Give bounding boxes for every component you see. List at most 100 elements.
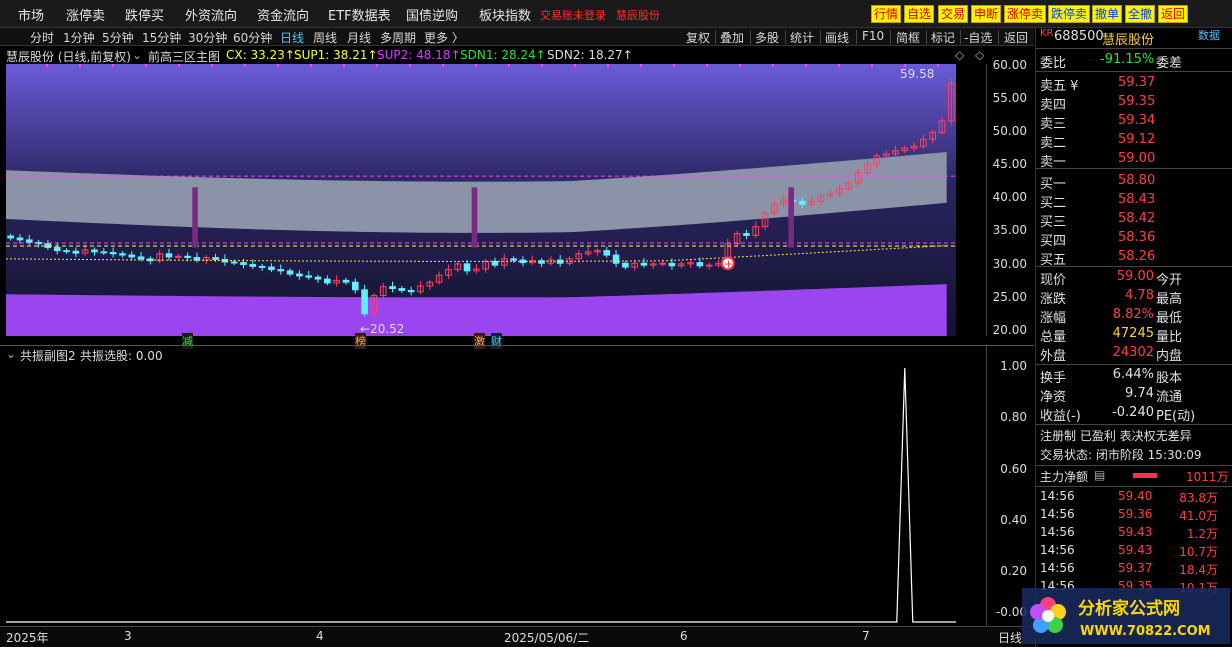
ask-price[interactable]: 59.34 <box>1118 113 1155 128</box>
period-more[interactable]: 更多 〉 <box>424 29 464 46</box>
candlestick-chart[interactable]: + <box>6 64 956 336</box>
menu-etf-data[interactable]: ETF数据表 <box>328 5 391 24</box>
indicator-dropdown-icon[interactable]: ⌄ <box>132 48 142 62</box>
tool-stats[interactable]: 统计 <box>790 29 814 46</box>
menu-capital-flow[interactable]: 资金流向 <box>257 5 309 24</box>
buy-signal-plus: + <box>724 257 733 270</box>
signal-bar <box>192 187 198 248</box>
stock-code: 688500 <box>1054 29 1104 44</box>
bid-price[interactable]: 58.36 <box>1118 230 1155 245</box>
top-marker <box>772 64 774 67</box>
value-sdn1: SDN1: 28.24↑ <box>460 48 546 62</box>
candle-body <box>230 261 238 264</box>
period-15min[interactable]: 15分钟 <box>142 29 181 46</box>
list-icon[interactable]: ▤ <box>1094 468 1105 482</box>
ask-price[interactable]: 59.37 <box>1118 75 1155 90</box>
btn-limit-up-sell[interactable]: 涨停卖 <box>1004 5 1047 23</box>
tool-multi-stock[interactable]: 多股 <box>755 29 779 46</box>
stat-value: 47245 <box>1112 326 1154 341</box>
menu-market[interactable]: 市场 <box>18 5 44 24</box>
period-multi[interactable]: 多周期 <box>380 29 416 46</box>
candle-body <box>696 262 704 267</box>
tool-mark[interactable]: 标记 <box>931 29 955 46</box>
candle-body <box>640 262 648 266</box>
bid-price[interactable]: 58.43 <box>1118 192 1155 207</box>
period-60min[interactable]: 60分钟 <box>233 29 272 46</box>
menu-sector-index[interactable]: 板块指数 <box>479 5 531 24</box>
ask-price[interactable]: 59.35 <box>1118 94 1155 109</box>
tool-f10[interactable]: F10 <box>862 29 884 43</box>
ask-label: 卖三 <box>1040 117 1067 132</box>
pin-icon[interactable]: ◇ <box>975 48 984 62</box>
btn-back[interactable]: 返回 <box>1158 5 1189 23</box>
date-tick: 2025/05/06/二 <box>504 631 590 645</box>
candle-body <box>342 279 350 283</box>
btn-limit-down-sell[interactable]: 跌停卖 <box>1048 5 1091 23</box>
period-monthly[interactable]: 月线 <box>347 29 371 46</box>
period-daily[interactable]: 日线 <box>280 29 304 46</box>
candle-body <box>510 258 517 261</box>
bid-price[interactable]: 58.26 <box>1118 249 1155 264</box>
tool-back[interactable]: 返回 <box>1004 29 1028 46</box>
tool-simple-frame[interactable]: 简框 <box>896 29 920 46</box>
candle-body <box>72 250 80 254</box>
indicator-name[interactable]: 前高三区主图 <box>148 48 220 65</box>
candle-body <box>240 262 247 266</box>
period-30min[interactable]: 30分钟 <box>188 29 227 46</box>
stat-label-2: 量比 <box>1156 330 1183 345</box>
price-tick: 45.00 <box>992 157 1027 171</box>
top-marker <box>541 64 543 67</box>
pane-divider[interactable] <box>0 345 1034 346</box>
candle-body <box>286 270 294 275</box>
logo-title: 分析家公式网 <box>1078 598 1180 619</box>
stat-label: 总量 <box>1040 330 1067 345</box>
candle-body <box>258 265 266 268</box>
bid-price[interactable]: 58.42 <box>1118 211 1155 226</box>
event-tag-2[interactable]: 榜 <box>355 333 366 349</box>
top-marker <box>112 64 114 67</box>
period-1min[interactable]: 1分钟 <box>63 29 95 46</box>
btn-cancel-all[interactable]: 全撤 <box>1125 5 1156 23</box>
btn-quote[interactable]: 行情 <box>871 5 902 23</box>
tick-time: 14:56 <box>1040 525 1075 539</box>
btn-cancel-order[interactable]: 撤单 <box>1092 5 1123 23</box>
menu-limit-down-buy[interactable]: 跌停买 <box>125 5 164 24</box>
menu-limit-up-sell[interactable]: 涨停卖 <box>66 5 105 24</box>
logo-url: WWW.70822.COM <box>1080 624 1211 639</box>
candle-body <box>351 281 359 291</box>
tool-draw[interactable]: 画线 <box>825 29 849 46</box>
ask-price[interactable]: 59.12 <box>1118 132 1155 147</box>
bid-label: 买二 <box>1040 196 1067 211</box>
stat-value: 4.78 <box>1125 288 1154 303</box>
btn-apply[interactable]: 申断 <box>971 5 1002 23</box>
ask-price[interactable]: 59.00 <box>1118 151 1155 166</box>
candle-body <box>193 257 201 261</box>
resonance-signal-chart[interactable] <box>6 362 986 624</box>
menu-treasury-repo[interactable]: 国债逆购 <box>406 5 458 24</box>
stat2-label: 换手 <box>1040 371 1067 386</box>
event-tag-3[interactable]: 激 <box>474 333 485 349</box>
event-tag-1[interactable]: 减 <box>182 333 193 349</box>
bid-price[interactable]: 58.80 <box>1118 173 1155 188</box>
tool-remove-watchlist[interactable]: -自选 <box>964 29 992 46</box>
tool-adjust[interactable]: 复权 <box>686 29 710 46</box>
quote-panel: KR 688500 慧辰股份 数据 委比 -91.15% 委差 卖五 ¥ 59.3… <box>1035 28 1232 647</box>
stat2-label-2: 股本 <box>1156 371 1183 386</box>
btn-watchlist[interactable]: 自选 <box>904 5 935 23</box>
candle-body <box>109 252 117 255</box>
period-5min[interactable]: 5分钟 <box>102 29 134 46</box>
tool-overlay[interactable]: 叠加 <box>720 29 744 46</box>
menu-foreign-flow[interactable]: 外资流向 <box>185 5 237 24</box>
data-tab[interactable]: 数据 <box>1198 27 1220 43</box>
event-tag-4[interactable]: 财 <box>491 333 502 349</box>
diamond-icon[interactable]: ◇ <box>955 48 964 62</box>
candle-body <box>184 255 191 259</box>
price-tick: 40.00 <box>992 190 1027 204</box>
price-tick: 25.00 <box>992 290 1027 304</box>
top-marker <box>937 64 939 67</box>
btn-trade[interactable]: 交易 <box>938 5 969 23</box>
period-timeshare[interactable]: 分时 <box>30 29 54 46</box>
sub-dropdown-icon[interactable]: ⌄ <box>6 347 16 361</box>
price-tick: 20.00 <box>992 323 1027 337</box>
period-weekly[interactable]: 周线 <box>313 29 337 46</box>
